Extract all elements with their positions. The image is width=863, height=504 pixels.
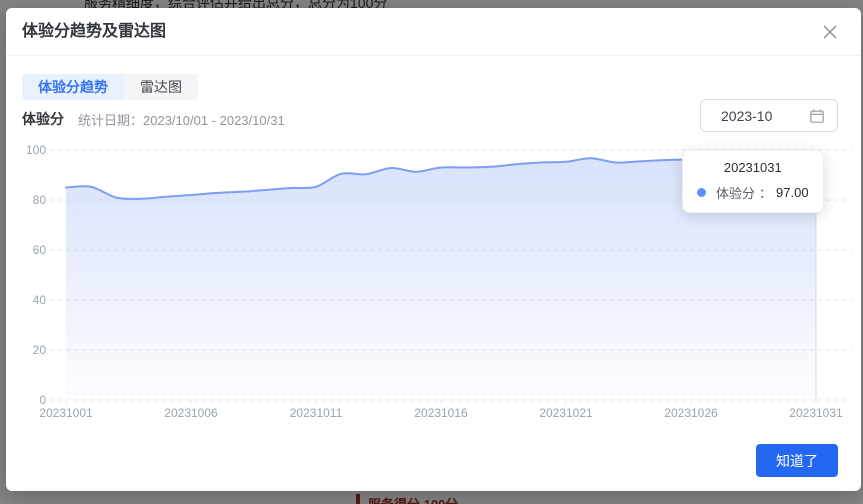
- y-tick-label: 0: [39, 393, 46, 407]
- x-tick-label: 20231011: [290, 406, 343, 420]
- x-tick-label: 20231016: [414, 406, 468, 420]
- tooltip-value: 97.00: [776, 185, 809, 200]
- got-it-button[interactable]: 知道了: [756, 444, 838, 477]
- x-tick-label: 20231031: [789, 406, 843, 420]
- series-marker-icon: [697, 188, 706, 197]
- x-tick-label: 20231026: [664, 406, 718, 420]
- tooltip-separator: ：: [759, 183, 772, 202]
- y-tick-label: 100: [26, 143, 46, 157]
- y-tick-label: 60: [33, 243, 47, 257]
- x-tick-label: 20231021: [539, 406, 593, 420]
- tooltip-date: 20231031: [697, 160, 809, 175]
- trend-radar-modal: 体验分趋势及雷达图 体验分趋势 雷达图 体验分 统计日期：2023/10/01 …: [6, 8, 861, 491]
- chart-tooltip: 20231031 体验分 ： 97.00: [682, 150, 824, 213]
- screen: 服务精细度，综合评估并给出总分，总分为100分 服务得分 100分 体验分趋势及…: [0, 0, 863, 504]
- y-tick-label: 20: [33, 343, 47, 357]
- y-tick-label: 80: [33, 193, 47, 207]
- trend-line-chart[interactable]: 0 20 40 60 80 100 20231001 20231006 20231011 2023…: [6, 8, 861, 491]
- y-tick-label: 40: [33, 293, 47, 307]
- x-tick-label: 20231006: [164, 406, 218, 420]
- tooltip-series-label: 体验分: [716, 183, 755, 202]
- tooltip-series-row: 体验分 ： 97.00: [697, 183, 809, 202]
- x-tick-label: 20231001: [39, 406, 93, 420]
